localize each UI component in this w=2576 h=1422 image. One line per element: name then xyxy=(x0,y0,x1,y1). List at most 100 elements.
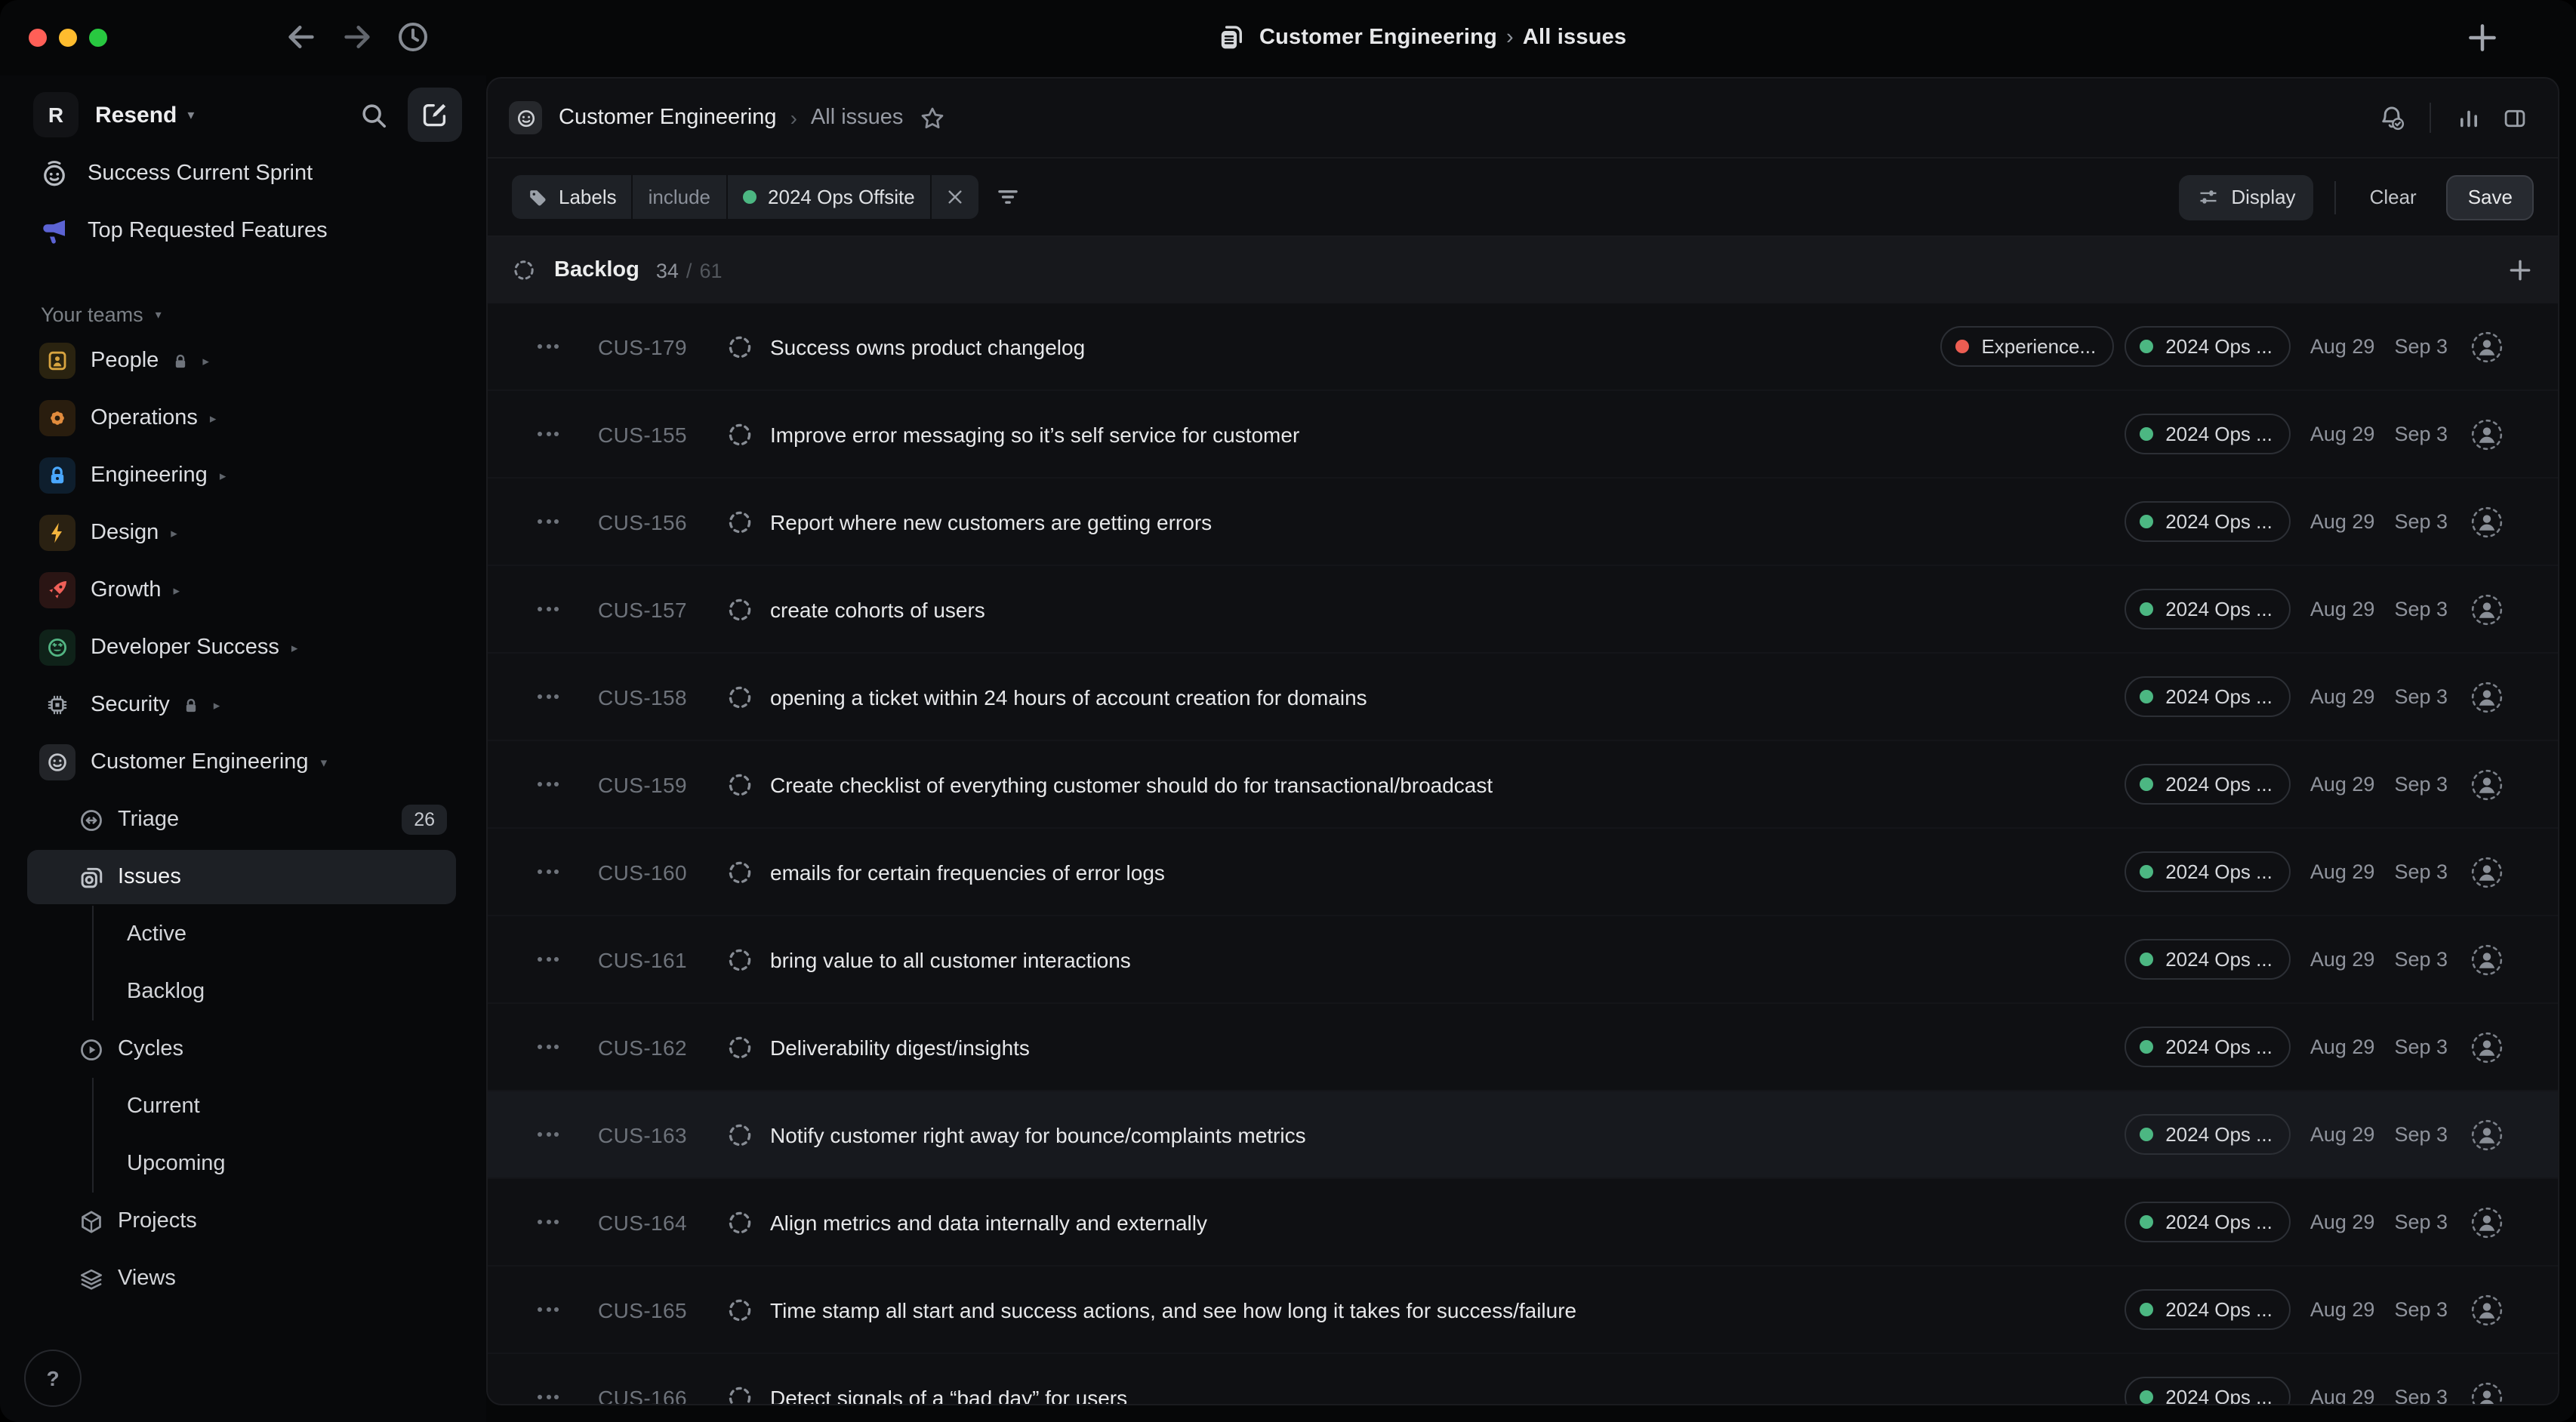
sidebar-team-engineering[interactable]: Engineering▸ xyxy=(0,447,486,504)
issue-title[interactable]: Improve error messaging so it’s self ser… xyxy=(770,422,1299,446)
issue-title[interactable]: Create checklist of everything customer … xyxy=(770,772,1493,796)
sidebar-team-operations[interactable]: Operations▸ xyxy=(0,389,486,447)
notifications-subscribe-button[interactable] xyxy=(2369,95,2414,140)
priority-icon[interactable] xyxy=(538,782,559,786)
assignee-avatar-icon[interactable] xyxy=(2470,855,2504,888)
assignee-avatar-icon[interactable] xyxy=(2470,768,2504,801)
sidebar-item-upcoming[interactable]: Upcoming xyxy=(0,1135,486,1193)
issue-title[interactable]: Deliverability digest/insights xyxy=(770,1035,1030,1059)
assignee-avatar-icon[interactable] xyxy=(2470,680,2504,713)
add-issue-plus-icon[interactable] xyxy=(2507,257,2534,284)
assignee-avatar-icon[interactable] xyxy=(2470,1380,2504,1405)
issue-title[interactable]: Report where new customers are getting e… xyxy=(770,509,1212,534)
priority-icon[interactable] xyxy=(538,1395,559,1399)
label-pill[interactable]: 2024 Ops ... xyxy=(2125,939,2291,980)
issue-row[interactable]: CUS-159Create checklist of everything cu… xyxy=(488,741,2558,829)
priority-icon[interactable] xyxy=(538,1132,559,1137)
assignee-avatar-icon[interactable] xyxy=(2470,1205,2504,1239)
back-icon[interactable] xyxy=(284,20,319,54)
sidebar-item-issues[interactable]: Issues xyxy=(27,850,456,904)
issue-row[interactable]: CUS-156Report where new customers are ge… xyxy=(488,479,2558,566)
assignee-avatar-icon[interactable] xyxy=(2470,1030,2504,1063)
issue-row[interactable]: CUS-166Detect signals of a “bad day” for… xyxy=(488,1354,2558,1405)
priority-icon[interactable] xyxy=(538,519,559,524)
assignee-avatar-icon[interactable] xyxy=(2470,1293,2504,1326)
sidebar-team-growth[interactable]: Growth▸ xyxy=(0,562,486,619)
issue-row[interactable]: CUS-165Time stamp all start and success … xyxy=(488,1267,2558,1354)
label-pill[interactable]: 2024 Ops ... xyxy=(2125,501,2291,542)
filter-field[interactable]: Labels xyxy=(512,175,632,219)
issue-row[interactable]: CUS-164Align metrics and data internally… xyxy=(488,1179,2558,1267)
filter-remove-button[interactable] xyxy=(932,175,978,219)
issue-title[interactable]: create cohorts of users xyxy=(770,597,985,621)
issue-title[interactable]: Align metrics and data internally and ex… xyxy=(770,1210,1207,1234)
new-issue-button[interactable] xyxy=(408,88,462,142)
label-pill[interactable]: 2024 Ops ... xyxy=(2125,764,2291,805)
label-pill[interactable]: 2024 Ops ... xyxy=(2125,1377,2291,1405)
history-icon[interactable] xyxy=(396,20,430,54)
label-pill[interactable]: 2024 Ops ... xyxy=(2125,414,2291,454)
priority-icon[interactable] xyxy=(538,957,559,962)
issue-row[interactable]: CUS-160emails for certain frequencies of… xyxy=(488,829,2558,916)
assignee-avatar-icon[interactable] xyxy=(2470,1118,2504,1151)
new-tab-plus-icon[interactable] xyxy=(2464,20,2501,56)
sidebar-team-people[interactable]: People▸ xyxy=(0,332,486,389)
issue-title[interactable]: emails for certain frequencies of error … xyxy=(770,860,1165,884)
issue-row[interactable]: CUS-162Deliverability digest/insights202… xyxy=(488,1004,2558,1091)
issue-title[interactable]: Detect signals of a “bad day” for users xyxy=(770,1385,1127,1405)
sidebar-favorite-item[interactable]: Top Requested Features xyxy=(0,202,486,260)
clear-filters-button[interactable]: Clear xyxy=(2358,186,2429,208)
filter-operator[interactable]: include xyxy=(633,175,726,219)
issue-title[interactable]: Time stamp all start and success actions… xyxy=(770,1297,1576,1322)
sidebar-team-developer-success[interactable]: Developer Success▸ xyxy=(0,619,486,676)
breadcrumb-team[interactable]: Customer Engineering xyxy=(559,106,777,130)
assignee-avatar-icon[interactable] xyxy=(2470,417,2504,451)
label-pill[interactable]: 2024 Ops ... xyxy=(2125,676,2291,717)
add-filter-icon[interactable] xyxy=(995,184,1021,210)
issue-row[interactable]: CUS-163Notify customer right away for bo… xyxy=(488,1091,2558,1179)
issue-row[interactable]: CUS-158opening a ticket within 24 hours … xyxy=(488,654,2558,741)
favorite-star-icon[interactable] xyxy=(920,105,945,131)
label-pill[interactable]: 2024 Ops ... xyxy=(2125,589,2291,629)
workspace-switcher[interactable]: R Resend ▾ xyxy=(33,85,462,145)
side-panel-toggle-button[interactable] xyxy=(2491,95,2537,140)
zoom-window-button[interactable] xyxy=(89,29,107,47)
issue-row[interactable]: CUS-157create cohorts of users2024 Ops .… xyxy=(488,566,2558,654)
issue-row[interactable]: CUS-161bring value to all customer inter… xyxy=(488,916,2558,1004)
issue-row[interactable]: CUS-155Improve error messaging so it’s s… xyxy=(488,391,2558,479)
search-button[interactable] xyxy=(350,92,396,137)
issue-row[interactable]: CUS-179Success owns product changelogExp… xyxy=(488,303,2558,391)
forward-icon[interactable] xyxy=(340,20,374,54)
priority-icon[interactable] xyxy=(538,1220,559,1224)
sidebar-team-security[interactable]: Security▸ xyxy=(0,676,486,734)
priority-icon[interactable] xyxy=(538,1045,559,1049)
sidebar-item-cycles[interactable]: Cycles xyxy=(0,1020,486,1078)
issue-title[interactable]: Success owns product changelog xyxy=(770,334,1085,359)
help-button[interactable]: ? xyxy=(24,1350,82,1407)
teams-section-header[interactable]: Your teams ▾ xyxy=(41,296,486,332)
close-window-button[interactable] xyxy=(29,29,47,47)
sidebar-team-customer-engineering[interactable]: Customer Engineering▾ xyxy=(0,734,486,791)
label-pill[interactable]: 2024 Ops ... xyxy=(2125,1026,2291,1067)
sidebar-item-active[interactable]: Active xyxy=(0,906,486,963)
sidebar-item-views[interactable]: Views xyxy=(0,1250,486,1307)
group-header-backlog[interactable]: Backlog 34 / 61 xyxy=(488,237,2558,303)
sidebar-team-design[interactable]: Design▸ xyxy=(0,504,486,562)
sidebar-item-triage[interactable]: Triage26 xyxy=(0,791,486,848)
breadcrumb-view[interactable]: All issues xyxy=(811,106,904,130)
issue-title[interactable]: Notify customer right away for bounce/co… xyxy=(770,1122,1306,1147)
assignee-avatar-icon[interactable] xyxy=(2470,330,2504,363)
assignee-avatar-icon[interactable] xyxy=(2470,592,2504,626)
issue-title[interactable]: opening a ticket within 24 hours of acco… xyxy=(770,685,1367,709)
sidebar-favorite-item[interactable]: Success Current Sprint xyxy=(0,145,486,202)
priority-icon[interactable] xyxy=(538,1307,559,1312)
sidebar-item-projects[interactable]: Projects xyxy=(0,1193,486,1250)
label-pill[interactable]: 2024 Ops ... xyxy=(2125,326,2291,367)
issue-title[interactable]: bring value to all customer interactions xyxy=(770,947,1131,971)
label-pill[interactable]: Experience... xyxy=(1940,326,2114,367)
label-pill[interactable]: 2024 Ops ... xyxy=(2125,1202,2291,1242)
label-pill[interactable]: 2024 Ops ... xyxy=(2125,1289,2291,1330)
priority-icon[interactable] xyxy=(538,870,559,874)
label-pill[interactable]: 2024 Ops ... xyxy=(2125,1114,2291,1155)
sidebar-item-current[interactable]: Current xyxy=(0,1078,486,1135)
